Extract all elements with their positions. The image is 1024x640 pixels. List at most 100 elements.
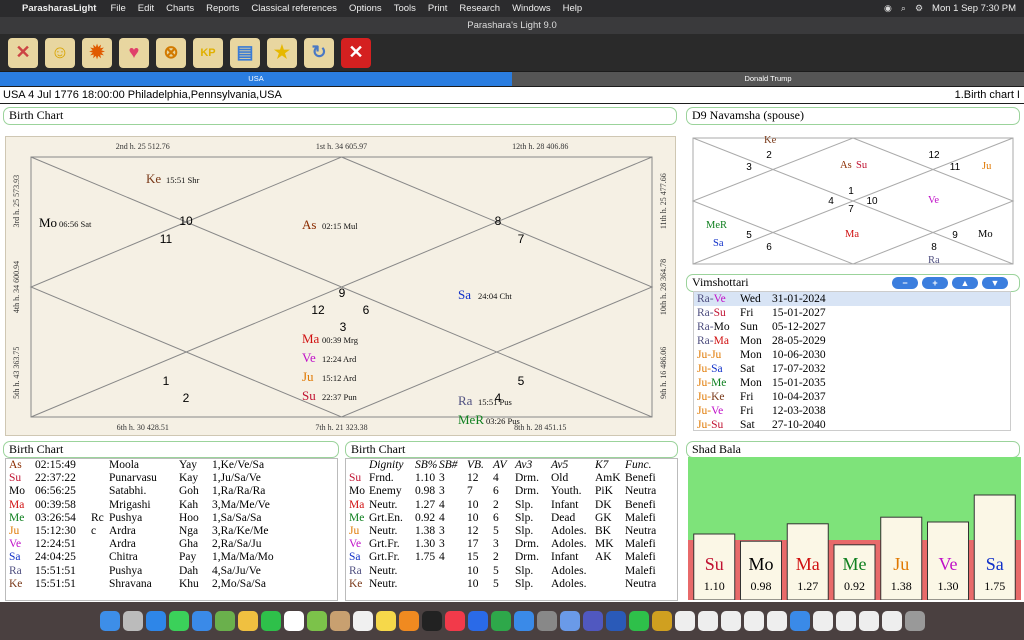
doc-icon[interactable] <box>881 611 902 631</box>
tab-donald-trump[interactable]: Donald Trump <box>512 72 1024 86</box>
dasha-row[interactable]: Ju-Su Sat 27-10-2040 <box>694 418 1010 432</box>
doc-icon[interactable] <box>743 611 764 631</box>
settings-icon[interactable] <box>536 611 557 631</box>
dignity-row[interactable]: Ju Neutr. 1.38 3 12 5 Slp. Adoles. BK Neutra <box>346 525 677 538</box>
preview-icon[interactable] <box>559 611 580 631</box>
navamsha-planet-mo[interactable]: Mo <box>978 229 993 240</box>
dasha-row[interactable]: Ra-Ma Mon 28-05-2029 <box>694 334 1010 348</box>
navamsha-planet-mer[interactable]: MeR <box>706 220 727 231</box>
safari-icon[interactable] <box>145 611 166 631</box>
dasha-row[interactable]: Ju-Sa Sat 17-07-2032 <box>694 362 1010 376</box>
dasha-row[interactable]: Ju-Me Mon 15-01-2035 <box>694 376 1010 390</box>
position-row[interactable]: Ma 00:39:58 Mrigashi Kah 3,Ma/Me/Ve <box>6 499 337 512</box>
navamsha-planet-ra[interactable]: Ra <box>928 255 940 266</box>
trash-icon[interactable] <box>904 611 925 631</box>
planet-mer[interactable]: MeR <box>458 412 484 427</box>
tab-usa[interactable]: USA <box>0 72 512 86</box>
menu-print[interactable]: Print <box>428 3 448 14</box>
toolbar-refresh-button[interactable]: ↻ <box>304 37 334 68</box>
dasha-row[interactable]: Ju-Ju Mon 10-06-2030 <box>694 348 1010 362</box>
toolbar-sun-button[interactable]: ✹ <box>82 37 112 68</box>
menu-help[interactable]: Help <box>563 3 583 14</box>
tv-icon[interactable] <box>421 611 442 631</box>
pages-icon[interactable] <box>398 611 419 631</box>
planet-ju[interactable]: Ju <box>302 369 314 384</box>
notes-icon[interactable] <box>375 611 396 631</box>
dignity-row[interactable]: Ma Neutr. 1.27 4 10 2 Slp. Infant DK Benefi <box>346 499 677 512</box>
toolbar-person-button[interactable]: ☺ <box>45 37 75 68</box>
launchpad-icon[interactable] <box>122 611 143 631</box>
facetime-icon[interactable] <box>260 611 281 631</box>
music-icon[interactable] <box>444 611 465 631</box>
doc-icon[interactable] <box>720 611 741 631</box>
dignity-row[interactable]: Sa Grt.Fr. 1.75 4 15 2 Drm. Infant AK Malefi <box>346 551 677 564</box>
position-row[interactable]: Su 22:37:22 Punarvasu Kay 1,Ju/Sa/Ve <box>6 472 337 485</box>
messages-icon[interactable] <box>168 611 189 631</box>
position-row[interactable]: Ra 15:51:51 Pushya Dah 4,Sa/Ju/Ve <box>6 565 337 578</box>
position-row[interactable]: Mo 06:56:25 Satabhi. Goh 1,Ra/Ra/Ra <box>6 485 337 498</box>
android-icon[interactable] <box>306 611 327 631</box>
planet-mo[interactable]: Mo <box>39 215 57 230</box>
toolbar-close-button[interactable]: ✕ <box>341 37 371 68</box>
dignity-row[interactable]: Ve Grt.Fr. 1.30 3 17 3 Drm. Adoles. MK Malefi <box>346 538 677 551</box>
menu-tools[interactable]: Tools <box>394 3 416 14</box>
menu-classical-references[interactable]: Classical references <box>251 3 337 14</box>
position-row[interactable]: Me 03:26:54 Rc Pushya Hoo 1,Sa/Sa/Sa <box>6 512 337 525</box>
navamsha-planet-ma[interactable]: Ma <box>845 229 859 240</box>
dasha-row[interactable]: Ra-Mo Sun 05-12-2027 <box>694 320 1010 334</box>
planet-ve[interactable]: Ve <box>302 350 316 365</box>
dasha-row[interactable]: Ju-Ve Fri 12-03-2038 <box>694 404 1010 418</box>
toolbar-report-button[interactable]: ▤ <box>230 37 260 68</box>
dasha-row[interactable]: Ju-Ke Fri 10-04-2037 <box>694 390 1010 404</box>
planet-as[interactable]: As <box>302 217 316 232</box>
menu-options[interactable]: Options <box>349 3 382 14</box>
maps-icon[interactable] <box>214 611 235 631</box>
teams-icon[interactable] <box>582 611 603 631</box>
dignity-row[interactable]: Me Grt.En. 0.92 4 10 6 Slp. Dead GK Malefi <box>346 512 677 525</box>
navamsha-panel[interactable]: 2 3 12 11 1 4 10 7 5 6 8 9 Ke As Su Ju Ve MeR Sa Ma Mo Ra <box>688 135 1018 266</box>
menu-charts[interactable]: Charts <box>166 3 194 14</box>
doc-icon[interactable] <box>697 611 718 631</box>
keynote-icon[interactable] <box>467 611 488 631</box>
navamsha-planet-ju[interactable]: Ju <box>982 161 992 172</box>
navamsha-planet-ke[interactable]: Ke <box>764 135 777 146</box>
position-row[interactable]: Ke 15:51:51 Shravana Khu 2,Mo/Sa/Sa <box>6 578 337 591</box>
finder-icon[interactable] <box>99 611 120 631</box>
doc-icon[interactable] <box>674 611 695 631</box>
mail-icon[interactable] <box>191 611 212 631</box>
dignity-row[interactable]: Su Frnd. 1.10 3 12 4 Drm. Old AmK Benefi <box>346 472 677 485</box>
position-row[interactable]: Sa 24:04:25 Chitra Pay 1,Ma/Ma/Mo <box>6 551 337 564</box>
doc-icon[interactable] <box>858 611 879 631</box>
clock[interactable]: Mon 1 Sep 7:30 PM <box>932 3 1016 14</box>
contacts-icon[interactable] <box>329 611 350 631</box>
calendar-icon[interactable] <box>283 611 304 631</box>
toolbar-chart-grid-button[interactable]: ⊗ <box>156 37 186 68</box>
toolbar-kp-button[interactable]: KP <box>193 37 223 68</box>
position-row[interactable]: Ve 12:24:51 Ardra Gha 2,Ra/Sa/Ju <box>6 538 337 551</box>
planet-ma[interactable]: Ma <box>302 331 320 346</box>
dasha-row[interactable]: Ra-Ve Wed 31-01-2024 <box>694 292 1010 306</box>
navamsha-planet-as[interactable]: As <box>840 160 852 171</box>
wifi-icon[interactable]: ◉ <box>884 3 892 14</box>
planet-sa[interactable]: Sa <box>458 287 471 302</box>
globe-icon[interactable] <box>789 611 810 631</box>
doc-icon[interactable] <box>766 611 787 631</box>
parashara-icon[interactable] <box>651 611 672 631</box>
dignity-row[interactable]: Mo Enemy 0.98 3 7 6 Drm. Youth. PiK Neutra <box>346 485 677 498</box>
menu-file[interactable]: File <box>110 3 125 14</box>
planet-ke[interactable]: Ke <box>146 171 161 186</box>
dignity-row[interactable]: Ra Neutr. 10 5 Slp. Adoles. Malefi <box>346 565 677 578</box>
toolbar-tools-button[interactable]: ✕ <box>8 37 38 68</box>
birth-chart-panel[interactable]: 2nd h. 25 512.76 1st h. 34 605.97 12th h. … <box>5 136 676 436</box>
numbers-icon[interactable] <box>490 611 511 631</box>
app-name-menu[interactable]: ParasharasLight <box>22 3 96 14</box>
dignity-row[interactable]: Ke Neutr. 10 5 Slp. Adoles. Neutra <box>346 578 677 591</box>
word-icon[interactable] <box>605 611 626 631</box>
navamsha-planet-su[interactable]: Su <box>856 160 868 171</box>
doc-icon[interactable] <box>835 611 856 631</box>
search-icon[interactable]: ⌕ <box>901 3 906 14</box>
position-row[interactable]: Ju 15:12:30 c Ardra Nga 3,Ra/Ke/Me <box>6 525 337 538</box>
menu-research[interactable]: Research <box>459 3 500 14</box>
planet-ra[interactable]: Ra <box>458 393 473 408</box>
doc-icon[interactable] <box>812 611 833 631</box>
